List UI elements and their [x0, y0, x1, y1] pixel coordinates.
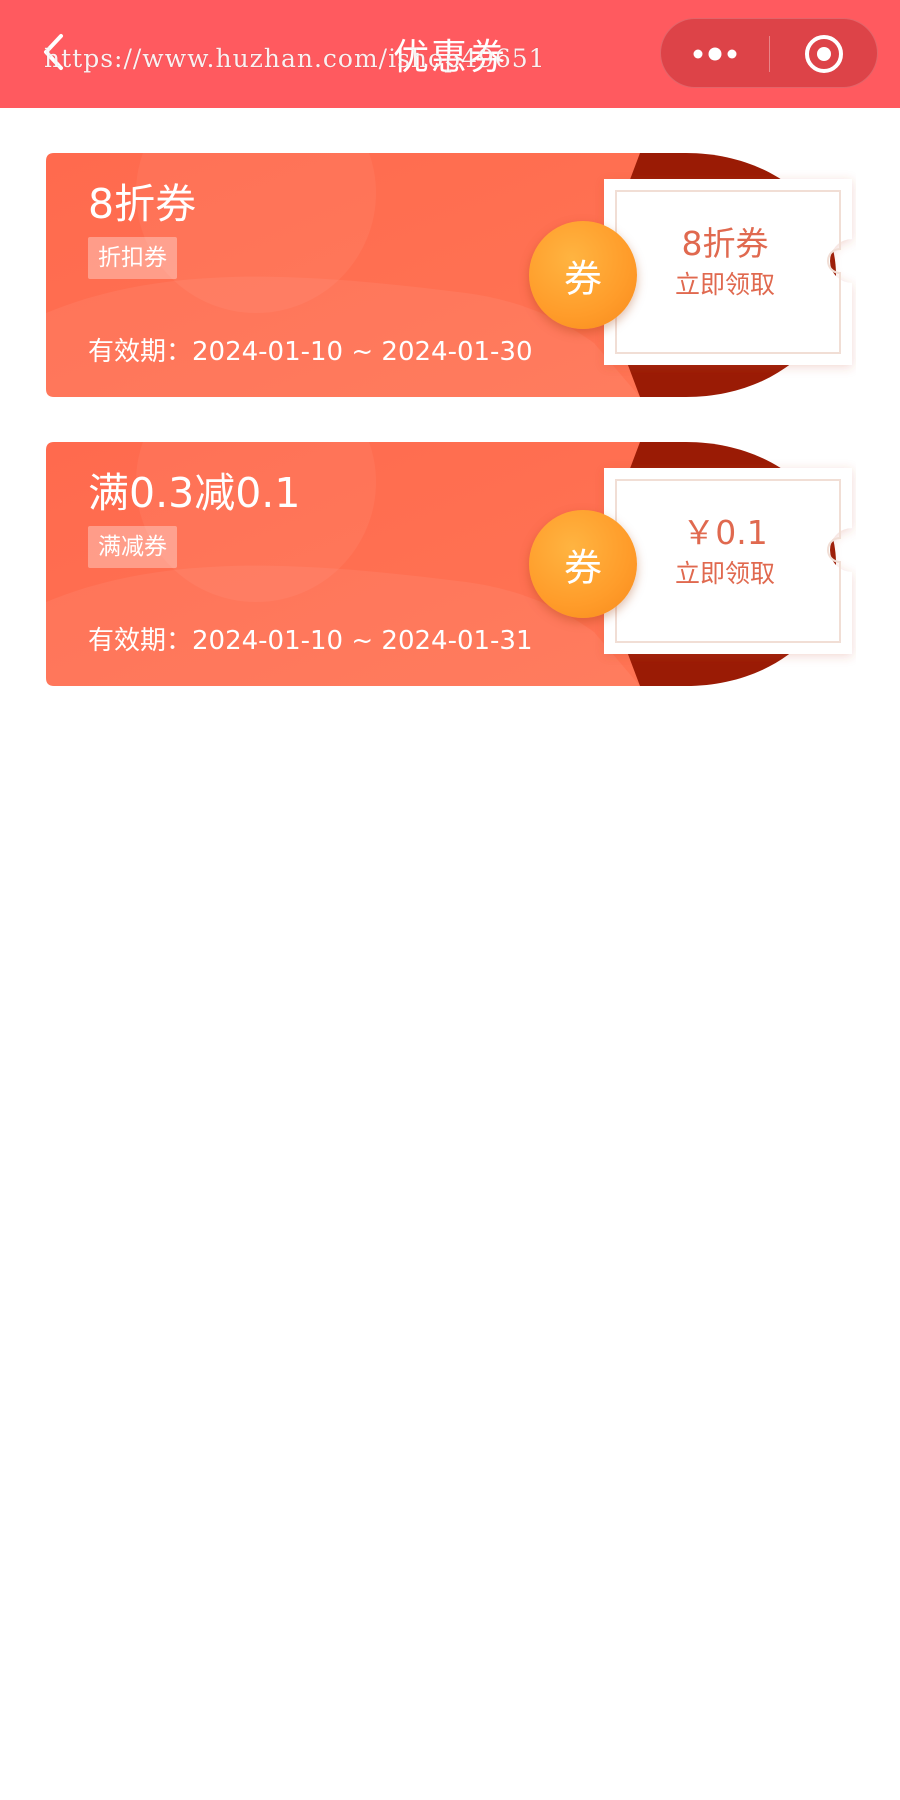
- coupon-card: 满0.3减0.1 满减券 有效期：2024-01-10 ~ 2024-01-31…: [46, 442, 856, 686]
- nav-header: 优惠券 https://www.huzhan.com/ishop49651: [0, 0, 900, 108]
- coupon-card: 8折券 折扣券 有效期：2024-01-10 ~ 2024-01-30 券 8折…: [46, 153, 856, 397]
- close-button[interactable]: [770, 19, 878, 89]
- coupon-type-tag: 满减券: [88, 526, 177, 568]
- coupon-validity: 有效期：2024-01-10 ~ 2024-01-30: [88, 337, 533, 367]
- coupon-title: 8折券: [88, 180, 197, 228]
- more-button[interactable]: [661, 19, 769, 89]
- coupon-title: 满0.3减0.1: [88, 469, 301, 517]
- target-circle-icon: [805, 35, 843, 73]
- claim-coupon-button[interactable]: 8折券 立即领取: [632, 183, 828, 369]
- more-dots-icon: [693, 47, 737, 61]
- claim-label: 立即领取: [674, 559, 775, 588]
- watermark-text: https://www.huzhan.com/ishop49651: [44, 44, 546, 73]
- claim-coupon-button[interactable]: ￥0.1 立即领取: [632, 472, 828, 658]
- mini-program-capsule: [660, 18, 878, 88]
- coupon-badge: 券: [529, 221, 637, 329]
- claim-label: 立即领取: [674, 270, 775, 299]
- coupon-value: ￥0.1: [682, 513, 768, 552]
- coupon-validity: 有效期：2024-01-10 ~ 2024-01-31: [88, 626, 533, 656]
- coupon-type-tag: 折扣券: [88, 237, 177, 279]
- coupon-badge: 券: [529, 510, 637, 618]
- coupon-value: 8折券: [681, 224, 769, 263]
